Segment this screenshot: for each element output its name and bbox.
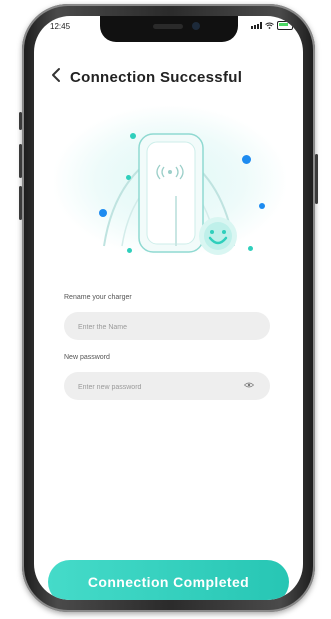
decor-dot — [242, 155, 251, 164]
password-field[interactable] — [64, 372, 270, 402]
speaker — [153, 24, 183, 29]
charger-name-input[interactable] — [76, 312, 240, 342]
charger-settings-form: Rename your charger New password — [64, 294, 270, 402]
page-header: Connection Successful — [34, 66, 303, 90]
battery-icon — [277, 21, 293, 30]
front-camera — [192, 22, 200, 30]
power-button — [315, 154, 318, 204]
status-indicators — [251, 21, 293, 30]
decor-dot — [248, 246, 253, 251]
decor-dot — [126, 175, 131, 180]
decor-dot — [127, 248, 132, 253]
status-time: 12:45 — [50, 22, 71, 31]
volume-up-button — [19, 144, 22, 178]
decor-dot — [130, 133, 136, 139]
phone-screen: 12:45 Connection Successful Rename your … — [34, 16, 303, 600]
rename-field[interactable] — [64, 312, 270, 342]
connection-completed-button[interactable]: Connection Completed — [48, 560, 289, 600]
phone-frame: 12:45 Connection Successful Rename your … — [19, 4, 318, 612]
wireless-signal-icon — [156, 164, 184, 180]
volume-down-button — [19, 186, 22, 220]
decor-dot — [99, 209, 107, 217]
signal-icon — [251, 22, 262, 29]
smiley-face-icon — [199, 217, 237, 255]
wifi-icon — [265, 22, 274, 29]
mute-switch — [19, 112, 22, 130]
back-button[interactable] — [50, 66, 68, 88]
eye-icon[interactable] — [244, 382, 254, 388]
connection-illustration — [34, 96, 303, 276]
new-password-input[interactable] — [76, 372, 240, 402]
rename-label: Rename your charger — [64, 294, 132, 301]
chevron-left-icon — [52, 68, 60, 82]
notch — [100, 16, 238, 42]
charger-illustration — [103, 133, 235, 253]
decor-dot — [259, 203, 265, 209]
page-title: Connection Successful — [70, 69, 243, 86]
password-label: New password — [64, 354, 110, 361]
